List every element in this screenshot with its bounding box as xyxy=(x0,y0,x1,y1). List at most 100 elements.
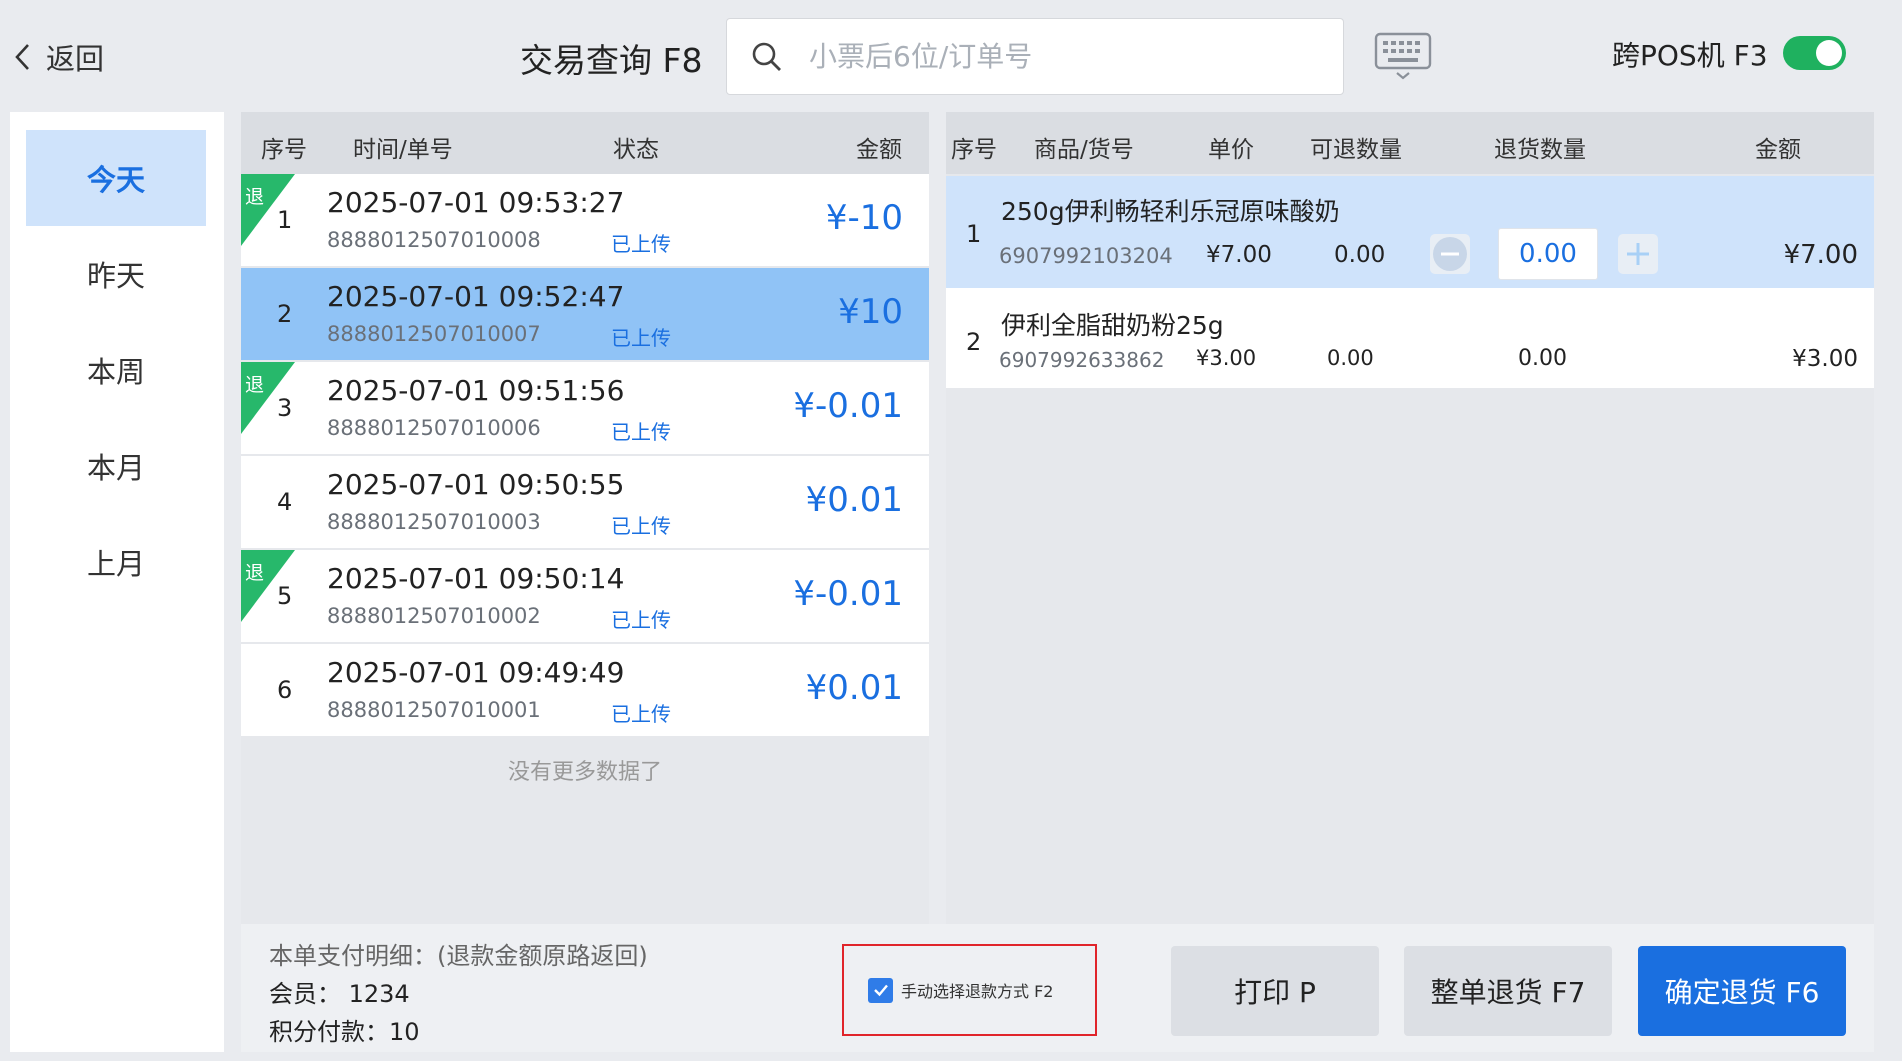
order-amount: ¥-0.01 xyxy=(793,386,903,426)
page-title: 交易查询 F8 xyxy=(520,41,703,80)
refund-tag: 退 xyxy=(245,562,265,584)
minus-icon xyxy=(1433,237,1467,271)
increase-qty-button[interactable] xyxy=(1618,234,1658,274)
col-amount: 金额 xyxy=(1755,137,1801,163)
order-time: 2025-07-01 09:51:56 xyxy=(327,374,625,407)
order-time: 2025-07-01 09:53:27 xyxy=(327,186,625,219)
order-seq: 6 xyxy=(277,676,293,704)
order-no: 8888012507010001 xyxy=(327,698,541,722)
item-row[interactable]: 1 250g伊利畅轻利乐冠原味酸奶 6907992103204 ¥7.00 0.… xyxy=(946,176,1874,288)
order-no: 8888012507010006 xyxy=(327,416,541,440)
nav-item-last-month[interactable]: 上月 xyxy=(26,514,206,610)
item-unit-price: ¥7.00 xyxy=(1206,242,1272,268)
item-amount: ¥7.00 xyxy=(1783,240,1858,270)
footer-bar: 本单支付明细：(退款金额原路返回) 会员： 1234 积分付款：10 手动选择退… xyxy=(241,924,1874,1052)
order-status: 已上传 xyxy=(611,232,671,256)
decrease-qty-button[interactable] xyxy=(1430,234,1470,274)
item-table-header: 序号 商品/货号 单价 可退数量 退货数量 金额 xyxy=(946,112,1874,174)
order-seq: 5 xyxy=(277,582,293,610)
item-return-qty: 0.00 xyxy=(1518,346,1567,371)
payment-detail-title: 本单支付明细：(退款金额原路返回) xyxy=(269,942,648,970)
item-detail-table: 序号 商品/货号 单价 可退数量 退货数量 金额 1 250g伊利畅轻利乐冠原味… xyxy=(946,112,1874,924)
member-info: 会员： 1234 xyxy=(269,980,410,1008)
cross-pos-label: 跨POS机 F3 xyxy=(1612,39,1768,72)
order-seq: 4 xyxy=(277,488,293,516)
order-row[interactable]: 退 3 2025-07-01 09:51:56 8888012507010006… xyxy=(241,362,929,454)
item-returnable-qty: 0.00 xyxy=(1327,346,1374,370)
refund-tag: 退 xyxy=(245,374,265,396)
plus-icon xyxy=(1627,243,1649,265)
confirm-return-button[interactable]: 确定退货 F6 xyxy=(1638,946,1846,1036)
order-seq: 1 xyxy=(277,206,293,234)
search-icon xyxy=(752,42,781,71)
nav-item-yesterday[interactable]: 昨天 xyxy=(26,226,206,322)
search-box[interactable] xyxy=(726,18,1344,95)
item-seq: 1 xyxy=(966,220,982,248)
cross-pos-toggle[interactable] xyxy=(1783,36,1846,70)
order-list-header: 序号 时间/单号 状态 金额 xyxy=(241,112,929,174)
order-no: 8888012507010002 xyxy=(327,604,541,628)
order-row[interactable]: 4 2025-07-01 09:50:55 8888012507010003 已… xyxy=(241,456,929,548)
item-row[interactable]: 2 伊利全脂甜奶粉25g 6907992633862 ¥3.00 0.00 0.… xyxy=(946,288,1874,388)
item-code: 6907992633862 xyxy=(999,348,1165,372)
order-amount: ¥10 xyxy=(838,292,903,332)
item-unit-price: ¥3.00 xyxy=(1196,346,1257,370)
print-button[interactable]: 打印 P xyxy=(1171,946,1379,1036)
order-amount: ¥0.01 xyxy=(805,668,903,708)
order-list: 序号 时间/单号 状态 金额 退 1 2025-07-01 09:53:27 8… xyxy=(241,112,929,924)
order-row[interactable]: 退 5 2025-07-01 09:50:14 8888012507010002… xyxy=(241,550,929,642)
order-no: 8888012507010008 xyxy=(327,228,541,252)
col-time: 时间/单号 xyxy=(353,137,453,163)
order-status: 已上传 xyxy=(611,702,671,726)
order-seq: 3 xyxy=(277,394,293,422)
col-amount: 金额 xyxy=(856,137,902,163)
item-returnable-qty: 0.00 xyxy=(1334,242,1386,268)
col-return-qty: 退货数量 xyxy=(1494,137,1586,163)
order-status: 已上传 xyxy=(611,326,671,350)
order-no: 8888012507010003 xyxy=(327,510,541,534)
order-time: 2025-07-01 09:50:14 xyxy=(327,562,625,595)
item-name: 250g伊利畅轻利乐冠原味酸奶 xyxy=(1001,197,1340,226)
check-icon xyxy=(873,984,888,997)
back-label: 返回 xyxy=(46,42,105,76)
nav-item-today[interactable]: 今天 xyxy=(26,130,206,226)
manual-refund-label: 手动选择退款方式 F2 xyxy=(901,982,1054,1001)
order-row[interactable]: 退 1 2025-07-01 09:53:27 8888012507010008… xyxy=(241,174,929,266)
order-status: 已上传 xyxy=(611,420,671,444)
back-button[interactable]: 返回 xyxy=(14,36,104,78)
item-code: 6907992103204 xyxy=(999,244,1173,268)
order-status: 已上传 xyxy=(611,608,671,632)
order-row[interactable]: 2 2025-07-01 09:52:47 8888012507010007 已… xyxy=(241,268,929,360)
order-time: 2025-07-01 09:50:55 xyxy=(327,468,625,501)
manual-refund-checkbox[interactable] xyxy=(868,977,893,1003)
return-qty-input[interactable]: 0.00 xyxy=(1498,228,1598,280)
whole-order-return-button[interactable]: 整单退货 F7 xyxy=(1404,946,1612,1036)
chevron-left-icon xyxy=(15,44,29,70)
points-payment: 积分付款：10 xyxy=(269,1018,420,1046)
item-amount: ¥3.00 xyxy=(1792,346,1858,372)
col-status: 状态 xyxy=(613,137,659,163)
search-input[interactable] xyxy=(809,40,1309,73)
item-name: 伊利全脂甜奶粉25g xyxy=(1001,311,1224,340)
order-time: 2025-07-01 09:49:49 xyxy=(327,656,625,689)
col-seq: 序号 xyxy=(261,137,307,163)
order-amount: ¥0.01 xyxy=(805,480,903,520)
order-row[interactable]: 6 2025-07-01 09:49:49 8888012507010001 已… xyxy=(241,644,929,736)
col-product: 商品/货号 xyxy=(1034,137,1134,163)
date-range-nav: 今天 昨天 本周 本月 上月 xyxy=(10,112,224,1052)
order-status: 已上传 xyxy=(611,514,671,538)
manual-refund-option[interactable]: 手动选择退款方式 F2 xyxy=(842,944,1097,1036)
no-more-data: 没有更多数据了 xyxy=(507,760,662,785)
keyboard-icon[interactable] xyxy=(1374,32,1432,80)
header: 返回 交易查询 F8 跨POS机 F3 xyxy=(0,0,1902,112)
order-seq: 2 xyxy=(277,300,293,328)
order-no: 8888012507010007 xyxy=(327,322,541,346)
order-amount: ¥-10 xyxy=(825,198,903,238)
order-time: 2025-07-01 09:52:47 xyxy=(327,280,625,313)
nav-item-this-week[interactable]: 本周 xyxy=(26,322,206,418)
nav-item-this-month[interactable]: 本月 xyxy=(26,418,206,514)
col-returnable-qty: 可退数量 xyxy=(1310,137,1402,163)
item-seq: 2 xyxy=(966,328,982,356)
col-seq: 序号 xyxy=(951,137,997,163)
col-unit-price: 单价 xyxy=(1208,137,1254,163)
